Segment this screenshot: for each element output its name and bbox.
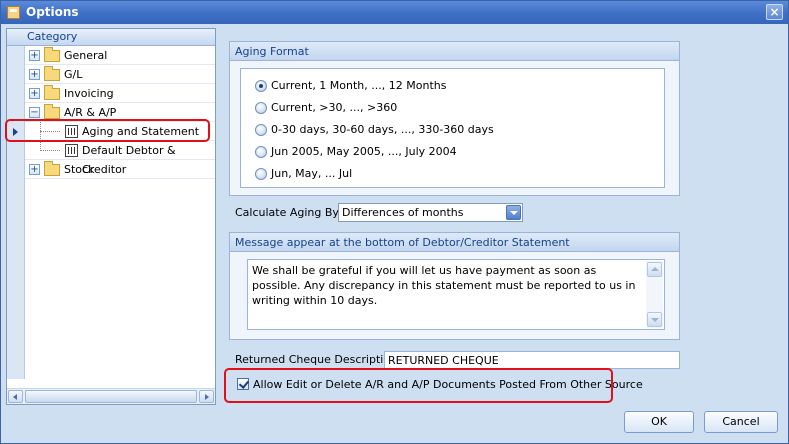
collapse-icon[interactable]: − [29, 107, 40, 118]
expand-icon[interactable]: + [29, 69, 40, 80]
expand-icon[interactable]: + [29, 164, 40, 175]
folder-icon [44, 47, 60, 62]
radio-button[interactable] [255, 102, 267, 114]
statement-message-title: Message appear at the bottom of Debtor/C… [230, 233, 679, 252]
radio-button[interactable] [255, 124, 267, 136]
radio-button[interactable] [255, 80, 267, 92]
tree-item-invoicing[interactable]: + Invoicing [7, 84, 215, 103]
window-title: Options [26, 5, 79, 19]
highlight-annotation-tree [5, 119, 210, 142]
scroll-thumb[interactable] [25, 390, 197, 403]
category-tree: Category + General + G/L + Invoicing − A… [6, 28, 216, 405]
radio-button[interactable] [255, 168, 267, 180]
scroll-right-button[interactable] [199, 390, 214, 403]
calculate-aging-label: Calculate Aging By: [235, 206, 342, 219]
expand-icon[interactable]: + [29, 50, 40, 61]
folder-icon [44, 161, 60, 176]
folder-icon [44, 104, 60, 119]
tree-item-label: Invoicing [64, 87, 114, 100]
ok-button[interactable]: OK [624, 411, 694, 433]
close-button[interactable]: × [766, 4, 783, 20]
tree-item-stock[interactable]: + Stock [7, 160, 215, 179]
tree-item-general[interactable]: + General [7, 46, 215, 65]
report-icon [65, 144, 78, 157]
tree-item-label: G/L [64, 68, 83, 81]
tree-item-label: General [64, 49, 108, 62]
cancel-button[interactable]: Cancel [704, 411, 778, 433]
folder-icon [44, 85, 60, 100]
tree-horizontal-scrollbar[interactable] [7, 388, 215, 404]
scroll-left-button[interactable] [8, 390, 23, 403]
statement-message-textarea[interactable]: We shall be grateful if you will let us … [247, 259, 665, 330]
highlight-annotation-checkbox [224, 368, 613, 403]
options-app-icon [7, 6, 20, 19]
scroll-down-button[interactable] [647, 312, 662, 327]
returned-cheque-input[interactable]: RETURNED CHEQUE [384, 351, 680, 369]
tree-item-default-debtor-creditor[interactable]: Default Debtor & Creditor [7, 141, 215, 176]
category-header: Category [7, 29, 215, 46]
scroll-up-button[interactable] [647, 262, 662, 277]
expand-icon[interactable]: + [29, 88, 40, 99]
statement-message-group: Message appear at the bottom of Debtor/C… [229, 232, 680, 340]
returned-cheque-label: Returned Cheque Description [235, 353, 398, 366]
aging-format-options: Current, 1 Month, ..., 12 Months Current… [240, 68, 665, 188]
chevron-down-icon[interactable] [506, 205, 521, 220]
radio-button[interactable] [255, 146, 267, 158]
aging-format-group: Aging Format Current, 1 Month, ..., 12 M… [229, 41, 680, 196]
aging-format-title: Aging Format [230, 42, 679, 61]
title-bar[interactable]: Options × [1, 1, 788, 24]
options-window: Options × Category + General + G/L + Inv… [0, 0, 789, 444]
tree-item-gl[interactable]: + G/L [7, 65, 215, 84]
calculate-aging-select[interactable]: Differences of months [338, 203, 523, 222]
tree-item-label: Stock [64, 163, 95, 176]
tree-empty-space [7, 179, 215, 379]
textarea-vertical-scrollbar[interactable] [646, 261, 663, 328]
folder-icon [44, 66, 60, 81]
